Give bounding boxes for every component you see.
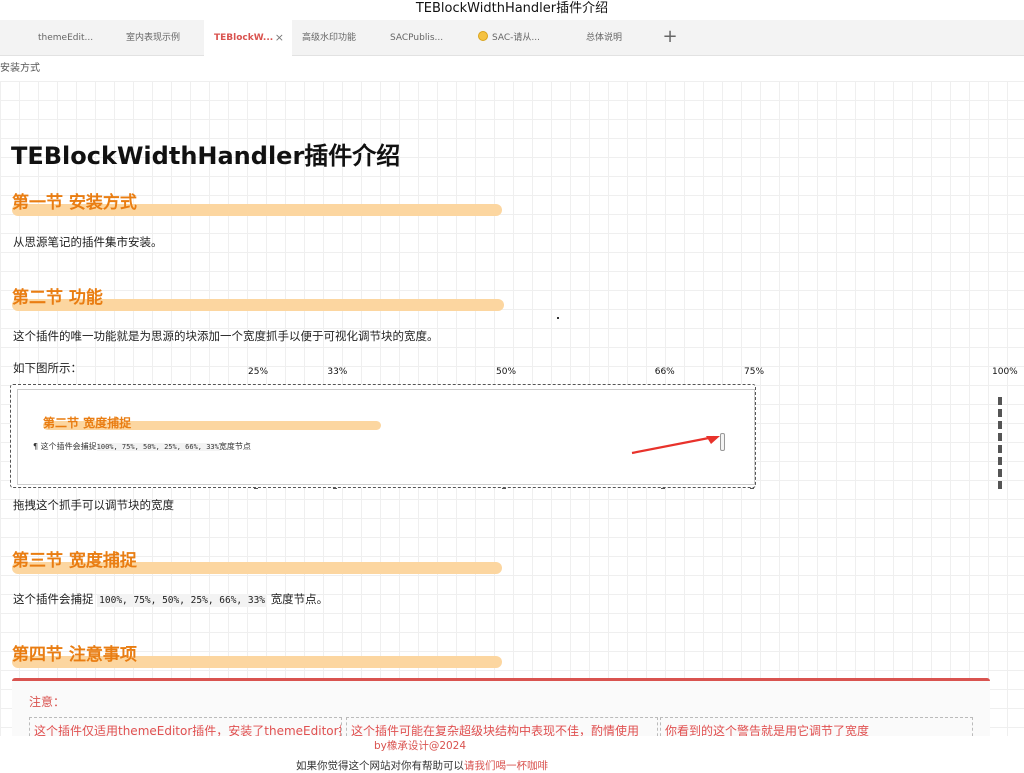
red-arrow-icon — [631, 435, 720, 455]
tab-interior-example[interactable]: 室内表现示例 — [116, 20, 204, 56]
tab-label: SAC-请从... — [492, 33, 540, 43]
tab-watermark[interactable]: 高级水印功能 — [292, 20, 380, 56]
paragraph-drag[interactable]: 拖拽这个抓手可以调节块的宽度 — [13, 497, 174, 513]
paragraph-figure[interactable]: 如下图所示： — [13, 360, 82, 376]
emoji-icon — [478, 31, 488, 41]
width-marker-label: 66% — [654, 367, 675, 377]
tab-theme-editor[interactable]: themeEdit... — [28, 20, 116, 56]
add-tab-icon[interactable]: + — [658, 20, 682, 56]
tab-bar: themeEdit... 室内表现示例 TEBlockW... × 高级水印功能… — [0, 20, 1024, 57]
breadcrumb-item[interactable]: 安装方式 — [0, 63, 40, 74]
width-marker-label: 75% — [744, 367, 765, 377]
tab-sacpublish[interactable]: SACPublis... — [380, 20, 468, 56]
footer-support: 如果你觉得这个网站对你有帮助可以请我们喝一杯咖啡 — [296, 758, 548, 773]
notice-title: 注意： — [29, 695, 66, 709]
demo-text-suffix: 宽度节点 — [218, 442, 251, 451]
section-heading-notes[interactable]: 第四节 注意事项 — [12, 643, 502, 669]
width-marker-label: 25% — [248, 367, 269, 377]
close-icon[interactable]: × — [275, 20, 284, 56]
section-heading-install[interactable]: 第一节 安装方式 — [12, 191, 502, 217]
section-heading-snap[interactable]: 第三节 宽度捕捉 — [12, 549, 502, 575]
tab-label: TEBlockW... — [214, 33, 274, 43]
width-marker-label: 100% — [992, 367, 1018, 377]
snap-suffix: 宽度节点。 — [270, 592, 329, 606]
notice-item[interactable]: 这个插件可能在复杂超级块结构中表现不佳，酌情使用 — [346, 717, 658, 736]
width-marker-label: 33% — [327, 367, 348, 377]
tab-label: SACPublis... — [390, 33, 444, 43]
notice-item[interactable]: 你看到的这个警告就是用它调节了宽度 — [660, 717, 973, 736]
snap-prefix: 这个插件会捕捉 — [13, 592, 94, 606]
section-heading-function[interactable]: 第二节 功能 — [12, 286, 504, 312]
page-title[interactable]: TEBlockWidthHandler插件介绍 — [11, 136, 400, 171]
support-text: 如果你觉得这个网站对你有帮助可以 — [296, 760, 464, 772]
width-marker-line — [998, 397, 1002, 489]
demo-heading-text: 第二节 宽度捕捉 — [43, 416, 132, 430]
window-title: TEBlockWidthHandler插件介绍 — [0, 0, 1024, 20]
stray-dot — [557, 317, 559, 319]
tab-label: 高级水印功能 — [302, 33, 357, 43]
tab-overview[interactable]: 总体说明 — [576, 20, 656, 56]
heading-text: 第一节 安装方式 — [12, 193, 137, 213]
heading-text: 第四节 注意事项 — [12, 645, 137, 665]
notice-block[interactable]: 注意： 这个插件仅适用themeEditor插件，安装了themeEditor插… — [12, 678, 990, 736]
notice-item[interactable]: 这个插件仅适用themeEditor插件，安装了themeEditor插 — [29, 717, 342, 736]
heading-text: 第二节 功能 — [12, 288, 103, 308]
heading-text: 第三节 宽度捕捉 — [12, 551, 137, 571]
footer: by橡承设计@2024 如果你觉得这个网站对你有帮助可以请我们喝一杯咖啡 — [0, 736, 1024, 772]
snap-code: 100%, 75%, 50%, 25%, 66%, 33% — [97, 594, 268, 607]
width-handle[interactable] — [720, 433, 725, 451]
tab-label: 室内表现示例 — [126, 33, 181, 43]
breadcrumb[interactable]: 安装方式 — [0, 57, 1024, 81]
demo-text-prefix: ¶ 这个插件会捕捉 — [33, 442, 97, 451]
tab-label: themeEdit... — [38, 33, 94, 43]
tab-sac[interactable]: SAC-请从... — [468, 20, 568, 56]
editor-area[interactable]: TEBlockWidthHandler插件介绍 第一节 安装方式 从思源笔记的插… — [0, 81, 1024, 736]
paragraph-snap[interactable]: 这个插件会捕捉 100%, 75%, 50%, 25%, 66%, 33% 宽度… — [13, 591, 328, 607]
demo-code: 100%, 75%, 50%, 25%, 66%, 33% — [96, 443, 219, 451]
paragraph-function[interactable]: 这个插件的唯一功能就是为思源的块添加一个宽度抓手以便于可视化调节块的宽度。 — [13, 328, 439, 344]
demo-paragraph: ¶ 这个插件会捕捉100%, 75%, 50%, 25%, 66%, 33%宽度… — [33, 441, 251, 452]
tab-teblockwidth[interactable]: TEBlockW... × — [204, 20, 292, 57]
width-marker-label: 50% — [496, 367, 517, 377]
paragraph-install[interactable]: 从思源笔记的插件集市安装。 — [13, 234, 163, 250]
tab-label: 总体说明 — [586, 33, 623, 43]
footer-credit: by橡承设计@2024 — [373, 740, 467, 752]
demo-heading: 第二节 宽度捕捉 — [43, 414, 381, 431]
coffee-link[interactable]: 请我们喝一杯咖啡 — [464, 760, 548, 772]
